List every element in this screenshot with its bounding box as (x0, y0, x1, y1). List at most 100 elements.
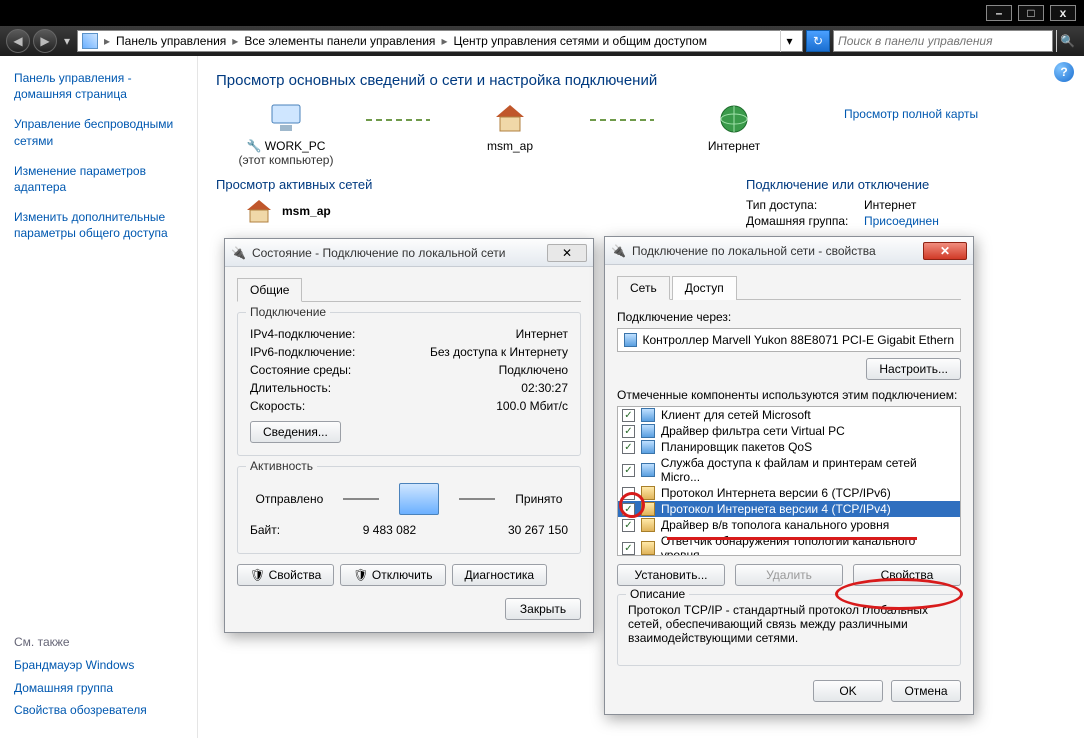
computer-icon (268, 101, 304, 137)
adapter-icon: 🔌 (611, 244, 626, 258)
recv-label: Принято (515, 492, 562, 506)
component-item[interactable]: Протокол Интернета версии 6 (TCP/IPv6) (618, 485, 960, 501)
tab-access[interactable]: Доступ (672, 276, 737, 300)
crumb-all-items[interactable]: Все элементы панели управления (244, 34, 435, 48)
client-icon (641, 424, 655, 438)
client-icon (641, 463, 655, 477)
component-item[interactable]: ✓ Служба доступа к файлам и принтерам сет… (618, 455, 960, 485)
component-label: Протокол Интернета версии 6 (TCP/IPv6) (661, 486, 891, 500)
checkbox[interactable]: ✓ (622, 542, 635, 555)
search-box[interactable] (833, 30, 1053, 52)
configure-button[interactable]: Настроить... (866, 358, 961, 380)
component-label: Служба доступа к файлам и принтерам сете… (661, 456, 956, 484)
breadcrumb-bar[interactable]: ▸ Панель управления ▸ Все элементы панел… (77, 30, 803, 52)
component-label: Протокол Интернета версии 4 (TCP/IPv4) (661, 502, 891, 516)
bytes-sent-value: 9 483 082 (330, 523, 449, 537)
status-close-button[interactable]: ✕ (547, 244, 587, 262)
sidebar-wireless-link[interactable]: Управление беспроводными сетями (14, 116, 183, 148)
activity-legend: Активность (246, 459, 317, 473)
crumb-sep: ▸ (441, 34, 447, 48)
description-legend: Описание (626, 587, 689, 601)
component-item[interactable]: ✓ Клиент для сетей Microsoft (618, 407, 960, 423)
install-button[interactable]: Установить... (617, 564, 725, 586)
sidebar-sharing-settings-link[interactable]: Изменить дополнительные параметры общего… (14, 209, 183, 241)
search-go-button[interactable]: 🔍 (1056, 30, 1078, 52)
status-titlebar[interactable]: 🔌 Состояние - Подключение по локальной с… (225, 239, 593, 267)
view-full-map-link[interactable]: Просмотр полной карты (844, 107, 978, 121)
protocol-icon (641, 486, 655, 500)
nic-icon (624, 333, 637, 347)
props-dialog-title: Подключение по локальной сети - свойства (632, 244, 917, 258)
diagnose-button[interactable]: Диагностика (452, 564, 548, 586)
props-titlebar[interactable]: 🔌 Подключение по локальной сети - свойст… (605, 237, 973, 265)
checkbox[interactable]: ✓ (622, 464, 635, 477)
active-networks-title: Просмотр активных сетей (216, 177, 746, 192)
component-item[interactable]: ✓ Ответчик обнаружения топологии канально… (618, 533, 960, 556)
status-action-row: 🛡 Свойства 🛡 Отключить Диагностика (237, 564, 581, 586)
props-close-button[interactable]: ✕ (923, 242, 967, 260)
active-network-item[interactable]: msm_ap (244, 198, 746, 224)
nav-history-button[interactable]: ▾ (60, 29, 74, 53)
sidebar-home-link[interactable]: Панель управления - домашняя страница (14, 70, 183, 102)
adapter-field: Контроллер Marvell Yukon 88E8071 PCI-E G… (617, 328, 961, 352)
connection-line (366, 119, 430, 121)
checkbox[interactable]: ✓ (622, 441, 635, 454)
disable-button[interactable]: 🛡 Отключить (340, 564, 445, 586)
crumb-network-center[interactable]: Центр управления сетями и общим доступом (453, 34, 707, 48)
checkbox[interactable]: ✓ (622, 409, 635, 422)
tab-general[interactable]: Общие (237, 278, 302, 302)
status-dialog-title: Состояние - Подключение по локальной сет… (252, 246, 541, 260)
component-label: Ответчик обнаружения топологии канальног… (661, 534, 956, 556)
checkbox[interactable]: ✓ (622, 425, 635, 438)
ok-button[interactable]: OK (813, 680, 883, 702)
component-label: Клиент для сетей Microsoft (661, 408, 811, 422)
tab-network[interactable]: Сеть (617, 276, 670, 300)
close-button[interactable]: Закрыть (505, 598, 581, 620)
sidebar-adapter-settings-link[interactable]: Изменение параметров адаптера (14, 163, 183, 195)
connection-group: Подключение IPv4-подключение:ИнтернетIPv… (237, 312, 581, 456)
window-caption-buttons: – □ x (0, 0, 1084, 26)
see-also-homegroup[interactable]: Домашняя группа (14, 680, 183, 696)
house-icon (244, 198, 274, 224)
adapter-icon: 🔌 (231, 246, 246, 260)
component-item[interactable]: ✓Драйвер фильтра сети Virtual PC (618, 423, 960, 439)
address-dropdown[interactable]: ▾ (780, 30, 798, 52)
cancel-button[interactable]: Отмена (891, 680, 961, 702)
search-input[interactable] (838, 34, 1048, 48)
protocol-icon (641, 541, 655, 555)
component-label: Планировщик пакетов QoS (661, 440, 812, 454)
crumb-control-panel[interactable]: Панель управления (116, 34, 226, 48)
props-okcancel-row: OK Отмена (617, 680, 961, 702)
properties-button[interactable]: 🛡 Свойства (237, 564, 334, 586)
component-label: Драйвер в/в тополога канального уровня (661, 518, 889, 532)
see-also-firewall[interactable]: Брандмауэр Windows (14, 657, 183, 673)
refresh-button[interactable]: ↻ (806, 30, 830, 52)
checkbox[interactable]: ✓ (622, 503, 635, 516)
status-tabs: Общие (237, 277, 581, 302)
checkbox[interactable]: ✓ (622, 519, 635, 532)
component-properties-button[interactable]: Свойства (853, 564, 961, 586)
crumb-sep: ▸ (232, 34, 238, 48)
minimize-button[interactable]: – (986, 5, 1012, 21)
bytes-row: Байт: 9 483 082 30 267 150 (250, 523, 568, 537)
component-item[interactable]: ✓ Планировщик пакетов QoS (618, 439, 960, 455)
details-button[interactable]: Сведения... (250, 421, 341, 443)
see-also-browser-props[interactable]: Свойства обозревателя (14, 702, 183, 718)
uninstall-button: Удалить (735, 564, 843, 586)
help-button[interactable]: ? (1054, 62, 1074, 82)
nav-forward-button[interactable]: ▶ (33, 29, 57, 53)
components-list[interactable]: ✓ Клиент для сетей Microsoft✓Драйвер филь… (617, 406, 961, 556)
properties-dialog: 🔌 Подключение по локальной сети - свойст… (604, 236, 974, 715)
nav-back-button[interactable]: ◀ (6, 29, 30, 53)
status-row: IPv4-подключение:Интернет (250, 327, 568, 341)
component-item[interactable]: ✓ Драйвер в/в тополога канального уровня (618, 517, 960, 533)
maximize-button[interactable]: □ (1018, 5, 1044, 21)
address-bar: ◀ ▶ ▾ ▸ Панель управления ▸ Все элементы… (0, 26, 1084, 56)
component-item[interactable]: ✓ Протокол Интернета версии 4 (TCP/IPv4) (618, 501, 960, 517)
homegroup-row: Домашняя группа:Присоединен (746, 214, 1066, 228)
node-internet-label: Интернет (664, 139, 804, 153)
checkbox[interactable] (622, 487, 635, 500)
bytes-recv-value: 30 267 150 (449, 523, 568, 537)
location-icon (82, 33, 98, 49)
close-button[interactable]: x (1050, 5, 1076, 21)
